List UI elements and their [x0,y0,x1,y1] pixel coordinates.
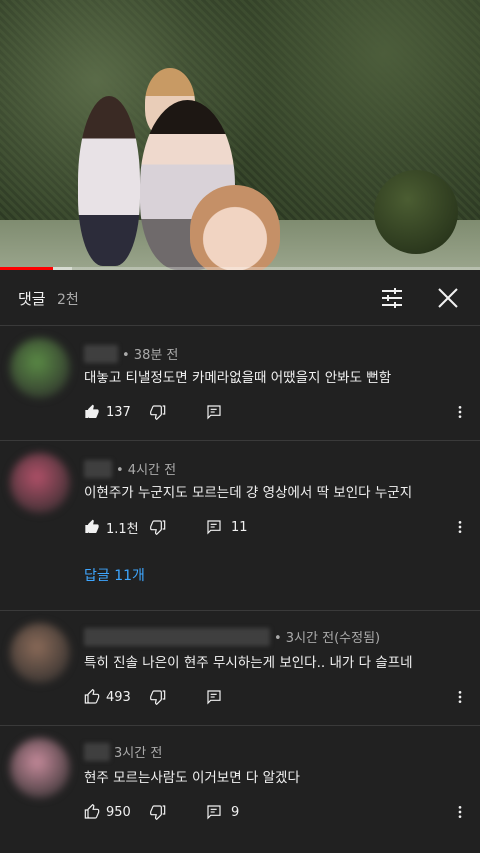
avatar[interactable] [10,738,70,798]
video-person [78,96,140,266]
reply-count: 11 [231,519,248,535]
dislike-button[interactable] [150,400,166,424]
like-count: 1.1천 [106,521,139,537]
like-button[interactable]: 1.1천 [84,515,139,539]
avatar[interactable] [10,338,70,398]
like-button[interactable]: 137 [84,400,131,424]
comments-header: 댓글 2천 [0,270,480,326]
comment-actions: 1.1천 11 [84,515,474,539]
reply-button[interactable]: 11 [206,515,248,539]
author-name-redacted[interactable] [84,627,270,646]
comment-text: 특히 진솔 나은이 현주 무시하는게 보인다.. 내가 다 슬프네 [84,655,413,671]
avatar[interactable] [10,453,70,513]
video-shrub [374,170,458,254]
comments-title: 댓글 [18,290,46,308]
comment-time: 3시간 전 [114,746,163,761]
comment-text: 이현주가 누군지도 모르는데 걍 영상에서 딱 보인다 누군지 [84,485,413,501]
comments-count: 2천 [57,292,79,308]
thumbs-down-icon [150,520,166,535]
thumbs-up-icon [85,519,99,533]
like-count: 137 [106,404,131,420]
like-button[interactable]: 950 [84,800,131,824]
close-icon[interactable] [436,286,460,310]
author-name-redacted[interactable] [84,459,112,478]
comment-time: • 38분 전 [122,348,179,363]
view-replies-link[interactable]: 답글 11개 [84,565,145,585]
author-name-redacted[interactable] [84,344,118,363]
dislike-button[interactable] [150,515,166,539]
reply-icon [207,405,221,420]
comment-meta: • 4시간 전 [84,459,176,478]
comment-text: 대놓고 티낼정도면 카메라없을때 어땠을지 안봐도 뻔함 [84,370,392,386]
thumbs-up-icon [84,804,100,819]
reply-count: 9 [231,804,240,820]
comment-text: 현주 모르는사람도 이거보면 다 알겠다 [84,770,300,786]
reply-icon [207,520,221,535]
thumbs-down-icon [150,805,166,820]
dislike-button[interactable] [150,685,166,709]
dislike-button[interactable] [150,800,166,824]
comment-actions: 493 [84,685,474,709]
more-vert-icon[interactable] [452,800,468,824]
like-count: 493 [106,689,131,705]
author-name-redacted[interactable] [84,742,110,761]
thumbs-down-icon [150,405,166,420]
comment-actions: 137 [84,400,474,424]
comment-divider [0,725,480,726]
video-player[interactable] [0,0,480,270]
comment-divider [0,440,480,441]
comment-divider [0,610,480,611]
like-button[interactable]: 493 [84,685,131,709]
thumbs-down-icon [150,690,166,705]
video-person [190,185,280,270]
like-count: 950 [106,804,131,820]
comment-meta: • 3시간 전(수정됨) [84,627,380,646]
comment-time: • 3시간 전(수정됨) [274,631,381,646]
comment-meta: 3시간 전 [84,742,162,761]
thumbs-up-icon [85,404,99,418]
reply-icon [207,805,221,820]
reply-icon [207,690,221,705]
thumbs-up-icon [84,689,100,704]
more-vert-icon[interactable] [452,515,468,539]
more-vert-icon[interactable] [452,685,468,709]
comment-actions: 950 9 [84,800,474,824]
more-vert-icon[interactable] [452,400,468,424]
reply-button[interactable]: 9 [206,800,239,824]
filter-icon[interactable] [380,286,404,310]
comment-time: • 4시간 전 [116,463,177,478]
reply-button[interactable] [206,400,231,424]
avatar[interactable] [10,623,70,683]
reply-button[interactable] [206,685,231,709]
comment-meta: • 38분 전 [84,344,178,363]
